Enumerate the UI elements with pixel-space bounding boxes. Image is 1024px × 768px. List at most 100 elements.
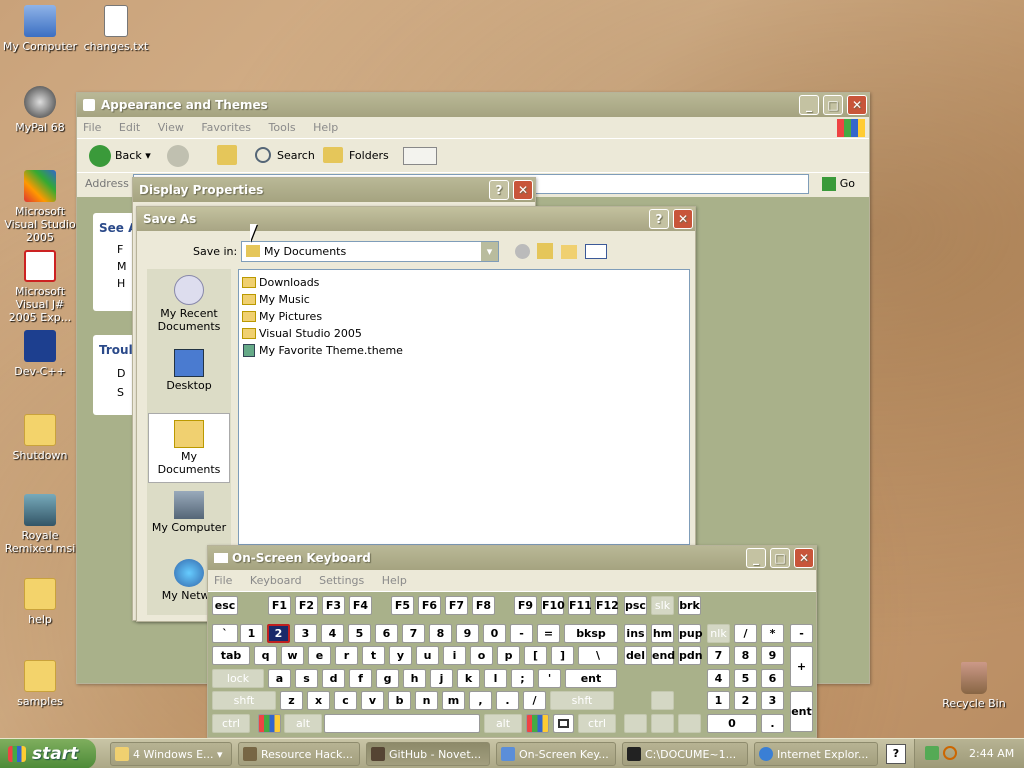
key-k[interactable]: k xyxy=(457,669,480,688)
space-bar[interactable] xyxy=(324,714,480,733)
right-arrow-icon[interactable] xyxy=(678,714,701,733)
key-symbol[interactable]: ] xyxy=(551,646,574,665)
key-7[interactable]: 7 xyxy=(707,646,730,665)
file-row[interactable]: Visual Studio 2005 xyxy=(242,325,686,342)
views-menu-icon[interactable] xyxy=(585,244,607,259)
key-x[interactable]: x xyxy=(307,691,330,710)
help-tray-button[interactable]: ? xyxy=(886,744,906,764)
key-b[interactable]: b xyxy=(388,691,411,710)
menu-favorites[interactable]: Favorites xyxy=(201,121,251,134)
help-button[interactable]: ? xyxy=(649,209,669,229)
key-hm[interactable]: hm xyxy=(651,624,674,643)
key-6[interactable]: 6 xyxy=(761,669,784,688)
desktop-icon-royale[interactable]: Royale Remixed.msi xyxy=(0,494,80,555)
key-symbol[interactable]: [ xyxy=(524,646,547,665)
tray-icon-search[interactable] xyxy=(943,746,957,760)
taskbar-item-github[interactable]: GitHub - Novet... xyxy=(366,742,490,766)
key-F8[interactable]: F8 xyxy=(472,596,495,615)
desktop-icon-changes[interactable]: changes.txt xyxy=(76,5,156,53)
maximize-button[interactable]: □ xyxy=(770,548,790,568)
key-tab[interactable]: tab xyxy=(212,646,250,665)
key-ins[interactable]: ins xyxy=(624,624,647,643)
key-F3[interactable]: F3 xyxy=(322,596,345,615)
key-6[interactable]: 6 xyxy=(375,624,398,643)
save-as-title-bar[interactable]: Save As ? ✕ xyxy=(137,207,695,231)
osk-menu-keyboard[interactable]: Keyboard xyxy=(250,574,302,587)
desktop-icon-visual-jsharp[interactable]: Microsoft Visual J# 2005 Exp... xyxy=(0,250,80,324)
key-shft[interactable]: shft xyxy=(550,691,614,710)
key-3[interactable]: 3 xyxy=(294,624,317,643)
windows-key-icon[interactable] xyxy=(526,714,549,733)
menu-edit[interactable]: Edit xyxy=(119,121,140,134)
menu-view[interactable]: View xyxy=(158,121,184,134)
file-row[interactable]: My Favorite Theme.theme xyxy=(242,342,686,359)
key-ctrl[interactable]: ctrl xyxy=(578,714,616,733)
desktop-icon-visual-studio[interactable]: Microsoft Visual Studio 2005 xyxy=(0,170,80,244)
key-symbol[interactable]: \ xyxy=(578,646,618,665)
desktop-icon-help[interactable]: help xyxy=(0,578,80,626)
key-q[interactable]: q xyxy=(254,646,277,665)
key-symbol[interactable]: . xyxy=(761,714,784,733)
key-3[interactable]: 3 xyxy=(761,691,784,710)
key-4[interactable]: 4 xyxy=(321,624,344,643)
key-psc[interactable]: psc xyxy=(624,596,647,615)
key-end[interactable]: end xyxy=(651,646,675,665)
key-brk[interactable]: brk xyxy=(678,596,701,615)
key-symbol[interactable]: ` xyxy=(212,624,238,643)
up-folder-icon[interactable] xyxy=(537,243,553,259)
key-2[interactable]: 2 xyxy=(267,624,290,643)
menu-help[interactable]: Help xyxy=(313,121,338,134)
key-F4[interactable]: F4 xyxy=(349,596,372,615)
key-bksp[interactable]: bksp xyxy=(564,624,618,643)
key-9[interactable]: 9 xyxy=(761,646,784,665)
close-button[interactable]: ✕ xyxy=(513,180,533,200)
file-row[interactable]: Downloads xyxy=(242,274,686,291)
key-symbol[interactable]: - xyxy=(510,624,533,643)
key-2[interactable]: 2 xyxy=(734,691,757,710)
key-y[interactable]: y xyxy=(389,646,412,665)
key-alt[interactable]: alt xyxy=(284,714,322,733)
key-ent[interactable]: ent xyxy=(790,691,813,732)
close-button[interactable]: ✕ xyxy=(794,548,814,568)
folders-button[interactable]: Folders xyxy=(323,145,389,167)
place-my-recent-documents[interactable]: My Recent Documents xyxy=(147,275,231,333)
osk-menu-help[interactable]: Help xyxy=(382,574,407,587)
key-symbol[interactable]: / xyxy=(523,691,546,710)
key-symbol[interactable]: . xyxy=(496,691,519,710)
key-u[interactable]: u xyxy=(416,646,439,665)
key-F12[interactable]: F12 xyxy=(595,596,619,615)
key-F9[interactable]: F9 xyxy=(514,596,537,615)
key-symbol[interactable]: / xyxy=(734,624,757,643)
key-s[interactable]: s xyxy=(295,669,318,688)
key-e[interactable]: e xyxy=(308,646,331,665)
key-F7[interactable]: F7 xyxy=(445,596,468,615)
key-8[interactable]: 8 xyxy=(429,624,452,643)
desktop-icon-devcpp[interactable]: Dev-C++ xyxy=(0,330,80,378)
maximize-button[interactable]: □ xyxy=(823,95,843,115)
osk-title-bar[interactable]: On-Screen Keyboard _ □ ✕ xyxy=(208,546,816,570)
key-5[interactable]: 5 xyxy=(348,624,371,643)
key-m[interactable]: m xyxy=(442,691,465,710)
down-arrow-icon[interactable] xyxy=(651,714,674,733)
go-button[interactable]: Go xyxy=(822,177,855,191)
key-h[interactable]: h xyxy=(403,669,426,688)
key-symbol[interactable]: * xyxy=(761,624,784,643)
key-t[interactable]: t xyxy=(362,646,385,665)
key-alt[interactable]: alt xyxy=(484,714,522,733)
file-row[interactable]: My Music xyxy=(242,291,686,308)
help-button[interactable]: ? xyxy=(489,180,509,200)
key-5[interactable]: 5 xyxy=(734,669,757,688)
search-button[interactable]: Search xyxy=(253,145,315,167)
key-0[interactable]: 0 xyxy=(483,624,506,643)
left-arrow-icon[interactable] xyxy=(624,714,647,733)
key-nlk[interactable]: nlk xyxy=(707,624,730,643)
key-7[interactable]: 7 xyxy=(402,624,425,643)
key-F6[interactable]: F6 xyxy=(418,596,441,615)
taskbar-item-windows-explorer[interactable]: 4 Windows E... ▾ xyxy=(110,742,232,766)
key-w[interactable]: w xyxy=(281,646,304,665)
desktop-icon-recycle-bin[interactable]: Recycle Bin xyxy=(934,662,1014,710)
key-del[interactable]: del xyxy=(624,646,647,665)
explorer-title-bar[interactable]: Appearance and Themes _ □ ✕ xyxy=(77,93,869,117)
new-folder-icon[interactable] xyxy=(561,245,577,259)
taskbar-item-command-prompt[interactable]: C:\DOCUME~1... xyxy=(622,742,748,766)
